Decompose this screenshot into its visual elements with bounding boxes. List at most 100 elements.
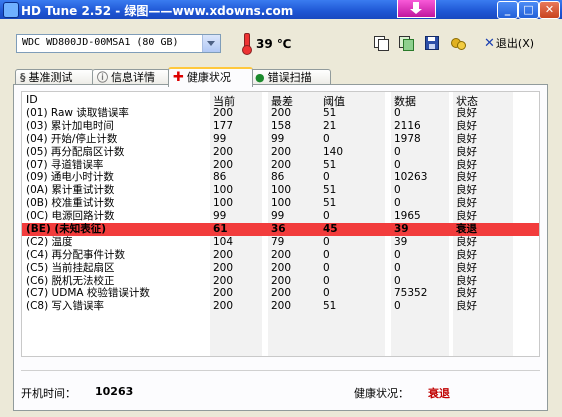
- table-row[interactable]: (09) 通电小时计数 86 86 0 10263 良好: [22, 171, 539, 184]
- cell-status: 良好: [456, 119, 477, 132]
- cell-threshold: 0: [323, 261, 330, 274]
- table-row[interactable]: (0B) 校准重试计数 100 100 51 0 良好: [22, 197, 539, 210]
- cell-current: 200: [213, 248, 234, 261]
- table-row[interactable]: (03) 累计加电时间 177 158 21 2116 良好: [22, 120, 539, 133]
- error-scan-icon: ●: [255, 71, 265, 84]
- cell-threshold: 0: [323, 210, 330, 223]
- cell-id: (C7) UDMA 校验错误计数: [26, 287, 150, 300]
- cell-threshold: 21: [323, 119, 337, 132]
- tab-label: 健康状况: [186, 71, 231, 84]
- cell-current: 99: [213, 210, 227, 223]
- cell-worst: 100: [271, 197, 292, 210]
- cell-data: 0: [394, 261, 401, 274]
- cell-id: (07) 寻道错误率: [26, 158, 104, 171]
- tab-health[interactable]: ✚ 健康状况: [168, 67, 253, 87]
- cell-data: 10263: [394, 171, 428, 184]
- save-icon[interactable]: [425, 36, 439, 50]
- table-row[interactable]: (0A) 累计重试计数 100 100 51 0 良好: [22, 184, 539, 197]
- download-icon[interactable]: [397, 0, 436, 18]
- cell-status: 良好: [456, 132, 477, 145]
- table-row[interactable]: (C8) 写入错误率 200 200 51 0 良好: [22, 300, 539, 313]
- cell-id: (01) Raw 读取错误率: [26, 107, 129, 119]
- cell-id: (05) 再分配扇区计数: [26, 145, 125, 158]
- benchmark-icon: §: [20, 71, 26, 84]
- cell-worst: 200: [271, 287, 292, 300]
- cell-current: 100: [213, 197, 234, 210]
- cell-threshold: 0: [323, 235, 330, 248]
- cell-current: 100: [213, 184, 234, 197]
- cell-data: 0: [394, 197, 401, 210]
- cell-status: 良好: [456, 171, 477, 184]
- cell-current: 200: [213, 274, 234, 287]
- table-row[interactable]: (C4) 再分配事件计数 200 200 0 0 良好: [22, 249, 539, 262]
- cell-threshold: 0: [323, 274, 330, 287]
- cell-threshold: 51: [323, 158, 337, 171]
- cell-data: 0: [394, 248, 401, 261]
- exit-button[interactable]: ✕退出(X): [484, 35, 534, 51]
- cell-current: 104: [213, 235, 234, 248]
- tab-info[interactable]: ⓘ 信息详情: [92, 69, 170, 85]
- cell-data: 0: [394, 184, 401, 197]
- table-row[interactable]: (C5) 当前挂起扇区 200 200 0 0 良好: [22, 262, 539, 275]
- cell-data: 0: [394, 145, 401, 158]
- cell-status: 良好: [456, 107, 477, 119]
- cell-current: 200: [213, 145, 234, 158]
- cell-status: 衰退: [456, 223, 477, 236]
- copy-icon[interactable]: [374, 36, 389, 51]
- tab-label: 错误扫描: [267, 71, 312, 84]
- cell-data: 2116: [394, 119, 421, 132]
- app-icon: [3, 2, 19, 18]
- cell-worst: 200: [271, 261, 292, 274]
- cell-id: (0C) 电源回路计数: [26, 210, 115, 223]
- cell-id: (C2) 温度: [26, 235, 73, 248]
- header-id[interactable]: ID: [26, 93, 38, 106]
- chevron-down-icon[interactable]: [202, 35, 220, 52]
- maximize-button[interactable]: □: [518, 1, 539, 19]
- cell-id: (C8) 写入错误率: [26, 300, 105, 313]
- cell-threshold: 0: [323, 132, 330, 145]
- cell-threshold: 0: [323, 287, 330, 300]
- cell-worst: 99: [271, 210, 285, 223]
- info-icon: ⓘ: [97, 71, 108, 84]
- drive-select[interactable]: WDC WD800JD-00MSA1 (80 GB): [16, 34, 221, 53]
- cell-worst: 200: [271, 248, 292, 261]
- cell-data: 0: [394, 274, 401, 287]
- cell-threshold: 51: [323, 184, 337, 197]
- cell-data: 0: [394, 158, 401, 171]
- cell-worst: 200: [271, 158, 292, 171]
- options-icon[interactable]: [451, 36, 466, 50]
- cell-worst: 200: [271, 107, 292, 119]
- cell-worst: 36: [271, 223, 286, 236]
- tab-label: 信息详情: [111, 71, 155, 84]
- cell-id: (09) 通电小时计数: [26, 171, 114, 184]
- close-button[interactable]: ✕: [539, 1, 560, 19]
- cell-data: 39: [394, 235, 408, 248]
- cell-worst: 79: [271, 235, 285, 248]
- table-row-failing[interactable]: (BE) (未知表征) 61 36 45 39 衰退: [22, 223, 539, 236]
- smart-table[interactable]: ID 当前 最差 阈值 数据 状态 (01) Raw 读取错误率 200 200 51…: [21, 91, 540, 357]
- cell-current: 200: [213, 107, 234, 119]
- tab-error-scan[interactable]: ● 错误扫描: [250, 69, 331, 85]
- table-row[interactable]: (C7) UDMA 校验错误计数 200 200 0 75352 良好: [22, 287, 539, 300]
- cell-status: 良好: [456, 145, 477, 158]
- table-row[interactable]: (C6) 脱机无法校正 200 200 0 0 良好: [22, 275, 539, 288]
- thermometer-icon: [242, 33, 252, 55]
- table-row[interactable]: (04) 开始/停止计数 99 99 0 1978 良好: [22, 133, 539, 146]
- cell-id: (C6) 脱机无法校正: [26, 274, 115, 287]
- table-row[interactable]: (01) Raw 读取错误率 200 200 51 0 良好: [22, 107, 539, 120]
- table-row[interactable]: (05) 再分配扇区计数 200 200 140 0 良好: [22, 146, 539, 159]
- minimize-button[interactable]: _: [497, 1, 518, 19]
- copy-screenshot-icon[interactable]: [399, 36, 414, 51]
- drive-select-value: WDC WD800JD-00MSA1 (80 GB): [22, 37, 179, 48]
- table-row[interactable]: (C2) 温度 104 79 0 39 良好: [22, 236, 539, 249]
- cell-status: 良好: [456, 210, 477, 223]
- cell-threshold: 51: [323, 107, 337, 119]
- cell-current: 177: [213, 119, 234, 132]
- table-row[interactable]: (0C) 电源回路计数 99 99 0 1965 良好: [22, 210, 539, 223]
- cell-worst: 99: [271, 132, 285, 145]
- cell-worst: 200: [271, 300, 292, 313]
- cell-worst: 200: [271, 274, 292, 287]
- cell-threshold: 0: [323, 171, 330, 184]
- tab-benchmark[interactable]: § 基准测试: [15, 69, 94, 85]
- table-row[interactable]: (07) 寻道错误率 200 200 51 0 良好: [22, 159, 539, 172]
